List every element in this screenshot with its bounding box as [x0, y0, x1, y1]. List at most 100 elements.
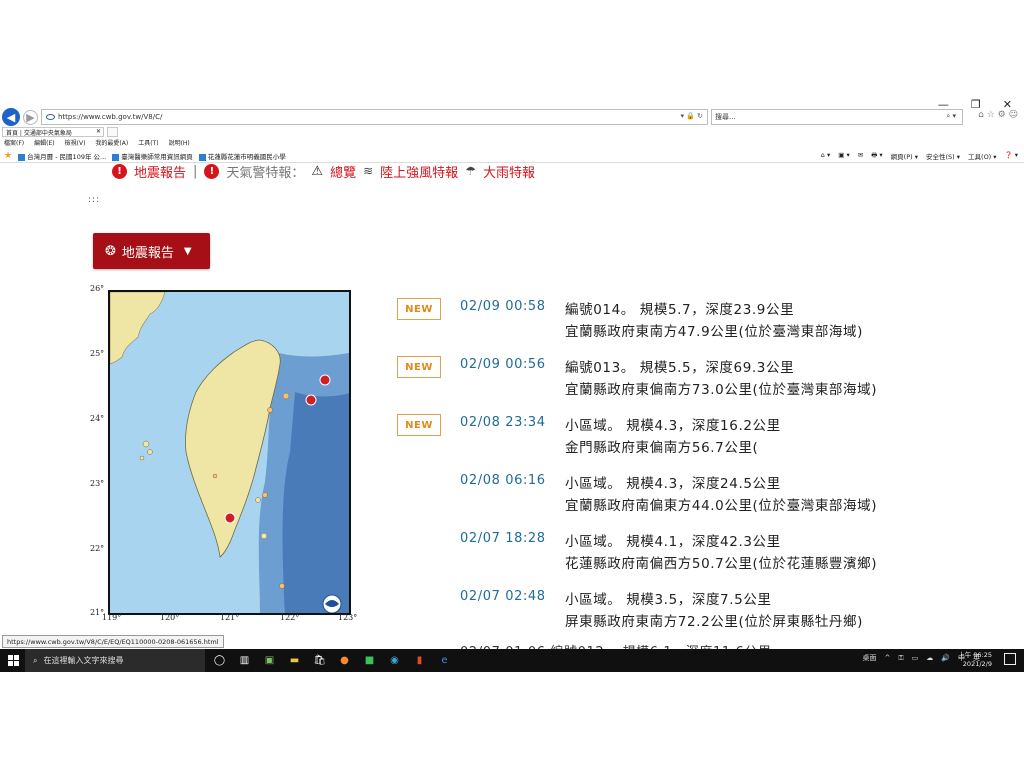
search-icon[interactable]: ⌕ ▾ — [946, 112, 956, 121]
menu-view[interactable]: 檢視(V) — [65, 138, 86, 148]
task-view-icon[interactable]: ◯ — [212, 653, 227, 668]
tray-chevron-icon[interactable]: ^ — [884, 654, 890, 662]
alert-icon: ! — [204, 163, 220, 179]
edge-icon[interactable]: ◉ — [387, 653, 402, 668]
earthquake-location: 金門縣政府東偏南方56.7公里( — [565, 440, 759, 456]
earthquake-item[interactable]: 02/07 18:28 小區域。 規模4.1，深度42.3公里 花蓮縣政府南偏西… — [397, 528, 957, 574]
earthquake-summary: 小區域。 規模4.3，深度24.5公里 — [565, 476, 781, 492]
earthquake-time: 02/07 02:48 — [460, 589, 546, 604]
cmd-page[interactable]: 網頁(P) ▾ — [891, 151, 918, 162]
tray-device-icon[interactable]: ⚿ — [898, 654, 903, 663]
earthquake-location: 花蓮縣政府南偏西方50.7公里(位於花蓮縣豐濱鄉) — [565, 556, 878, 572]
new-tab-button[interactable] — [107, 127, 118, 137]
cmd-help[interactable]: ❓ ▾ — [1005, 151, 1018, 162]
earthquake-item[interactable]: NEW 02/08 23:34 小區域。 規模4.3，深度16.2公里 金門縣政… — [397, 412, 957, 458]
menu-favorites[interactable]: 我的最愛(A) — [95, 138, 128, 148]
lon-tick: 119° — [102, 613, 122, 622]
cmd-feeds[interactable]: ▣ ▾ — [838, 151, 849, 162]
favicon-icon — [18, 153, 26, 161]
search-icon: ⌕ — [33, 655, 38, 665]
earthquake-time: 02/09 00:56 — [460, 357, 546, 372]
photos-icon[interactable]: ▣ — [262, 653, 277, 668]
earthquake-location: 屏東縣政府東南方72.2公里(位於屏東縣牡丹鄉) — [565, 614, 863, 630]
tab-title: 首頁 | 交通部中央氣象局 — [6, 129, 72, 137]
store-icon[interactable]: 🛍 — [312, 653, 327, 668]
earthquake-item[interactable]: 02/07 02:48 小區域。 規模3.5，深度7.5公里 屏東縣政府東南方7… — [397, 586, 957, 632]
toolbar-icons[interactable]: ⌂ ☆ ⚙ ☺ — [978, 110, 1018, 120]
desktop-label[interactable]: 桌面 — [862, 653, 876, 663]
command-bar: ⌂ ▾ ▣ ▾ ✉ 🖶 ▾ 網頁(P) ▾ 安全性(S) ▾ 工具(O) ▾ ❓… — [821, 151, 1018, 162]
line-icon[interactable]: ■ — [362, 653, 377, 668]
weather-warning-label: 天氣警特報： — [226, 165, 305, 181]
taskbar-apps: ◯ ▥ ▣ ▬ 🛍 ● ■ ◉ ▮ e — [212, 653, 452, 668]
onedrive-icon[interactable]: ☁ — [926, 654, 933, 662]
firefox-icon[interactable]: ● — [337, 653, 352, 668]
search-placeholder: 搜尋... — [715, 113, 736, 121]
favorite-link-2[interactable]: 臺灣醫樂師常用資訊網頁 — [112, 151, 193, 161]
tab-row: 首頁 | 交通部中央氣象局 ✕ — [0, 127, 1024, 137]
clock-date: 2021/2/9 — [962, 660, 992, 668]
strong-wind-link[interactable]: 陸上強風特報 — [380, 162, 458, 181]
rain-cloud-icon: ☂ — [465, 164, 476, 178]
overview-link[interactable]: 總覽 — [330, 162, 356, 181]
lat-tick: 22° — [90, 544, 105, 553]
tab-active[interactable]: 首頁 | 交通部中央氣象局 ✕ — [2, 127, 104, 137]
favicon-icon — [198, 153, 206, 161]
earthquake-time: 02/07 18:28 — [460, 531, 546, 546]
chevron-down-icon: ▼ — [183, 245, 192, 257]
map-canvas[interactable] — [108, 290, 351, 615]
menu-help[interactable]: 說明(H) — [169, 138, 190, 148]
lon-tick: 121° — [220, 613, 240, 622]
windows-start-icon[interactable] — [8, 655, 19, 666]
office-icon[interactable]: ▮ — [412, 653, 427, 668]
warnings-bar: ! 地震報告 | ! 天氣警特報： ⚠ 總覽 ≋ 陸上強風特報 ☂ 大雨特報 — [112, 162, 535, 180]
earthquake-summary: 編號013。 規模5.5，深度69.3公里 — [565, 360, 795, 376]
address-url: https://www.cwb.gov.tw/V8/C/ — [58, 113, 163, 121]
earthquake-item[interactable]: NEW 02/09 00:58 編號014。 規模5.7，深度23.9公里 宜蘭… — [397, 296, 957, 342]
earthquake-time: 02/08 23:34 — [460, 415, 546, 430]
cmd-mail[interactable]: ✉ — [858, 151, 863, 162]
ie-icon[interactable]: e — [437, 653, 452, 668]
task-switch-icon[interactable]: ▥ — [237, 653, 252, 668]
menu-file[interactable]: 檔案(F) — [4, 138, 24, 148]
search-input[interactable]: 搜尋... ⌕ ▾ — [711, 109, 963, 125]
cmd-tools[interactable]: 工具(O) ▾ — [968, 151, 997, 162]
earthquake-summary: 小區域。 規模3.5，深度7.5公里 — [565, 592, 772, 608]
volume-icon[interactable]: 🔊 — [941, 654, 950, 662]
earthquake-summary: 小區域。 規模4.1，深度42.3公里 — [565, 534, 781, 550]
file-explorer-icon[interactable]: ▬ — [287, 653, 302, 668]
favorite-link-1[interactable]: 台灣月曆 - 民國109年 公... — [18, 151, 106, 161]
close-tab-icon[interactable]: ✕ — [96, 128, 101, 135]
earthquake-item[interactable]: NEW 02/09 00:56 編號013。 規模5.5，深度69.3公里 宜蘭… — [397, 354, 957, 400]
address-row: ◀ ▶ https://www.cwb.gov.tw/V8/C/ ▾ 🔒 ↻ 搜… — [0, 108, 1024, 126]
earthquake-location: 宜蘭縣政府南偏東方44.0公里(位於臺灣東部海域) — [565, 498, 878, 514]
address-bar[interactable]: https://www.cwb.gov.tw/V8/C/ ▾ 🔒 ↻ — [41, 109, 708, 125]
cmd-print[interactable]: 🖶 ▾ — [871, 151, 882, 162]
screenshot: — ❐ ✕ ◀ ▶ https://www.cwb.gov.tw/V8/C/ ▾… — [0, 96, 1024, 672]
taskbar-search-input[interactable]: ⌕ 在這裡輸入文字來搜尋 — [25, 649, 205, 672]
address-controls[interactable]: ▾ 🔒 ↻ — [680, 112, 703, 120]
notification-icon[interactable] — [1004, 653, 1016, 665]
menu-edit[interactable]: 編輯(E) — [34, 138, 54, 148]
favorites-star-icon[interactable]: ★ — [4, 151, 12, 161]
earthquake-time: 02/09 00:58 — [460, 299, 546, 314]
earthquake-report-dropdown[interactable]: ❂ 地震報告 ▼ — [93, 233, 210, 269]
menu-tools[interactable]: 工具(T) — [138, 138, 158, 148]
separator: | — [193, 163, 198, 179]
cmd-home[interactable]: ⌂ ▾ — [821, 151, 830, 162]
new-badge: NEW — [397, 356, 441, 378]
lat-tick: 23° — [90, 479, 105, 488]
lat-tick: 25° — [90, 349, 105, 358]
earthquake-summary: 小區域。 規模4.3，深度16.2公里 — [565, 418, 781, 434]
favorite-link-3[interactable]: 花蓮縣花蓮市明義國民小學 — [198, 151, 286, 161]
back-button[interactable]: ◀ — [2, 108, 20, 126]
forward-button[interactable]: ▶ — [23, 110, 38, 125]
cmd-safety[interactable]: 安全性(S) ▾ — [926, 151, 960, 162]
taskbar-clock[interactable]: 上午 06:25 2021/2/9 — [958, 651, 992, 669]
earthquake-item[interactable]: 02/08 06:16 小區域。 規模4.3，深度24.5公里 宜蘭縣政府南偏東… — [397, 470, 957, 516]
tray-battery-icon[interactable]: ▭ — [912, 654, 919, 662]
earthquake-location: 宜蘭縣政府東偏南方73.0公里(位於臺灣東部海域) — [565, 382, 878, 398]
heavy-rain-link[interactable]: 大雨特報 — [483, 162, 535, 181]
earthquake-report-link[interactable]: 地震報告 — [134, 162, 186, 181]
dropdown-label: 地震報告 — [121, 245, 174, 261]
